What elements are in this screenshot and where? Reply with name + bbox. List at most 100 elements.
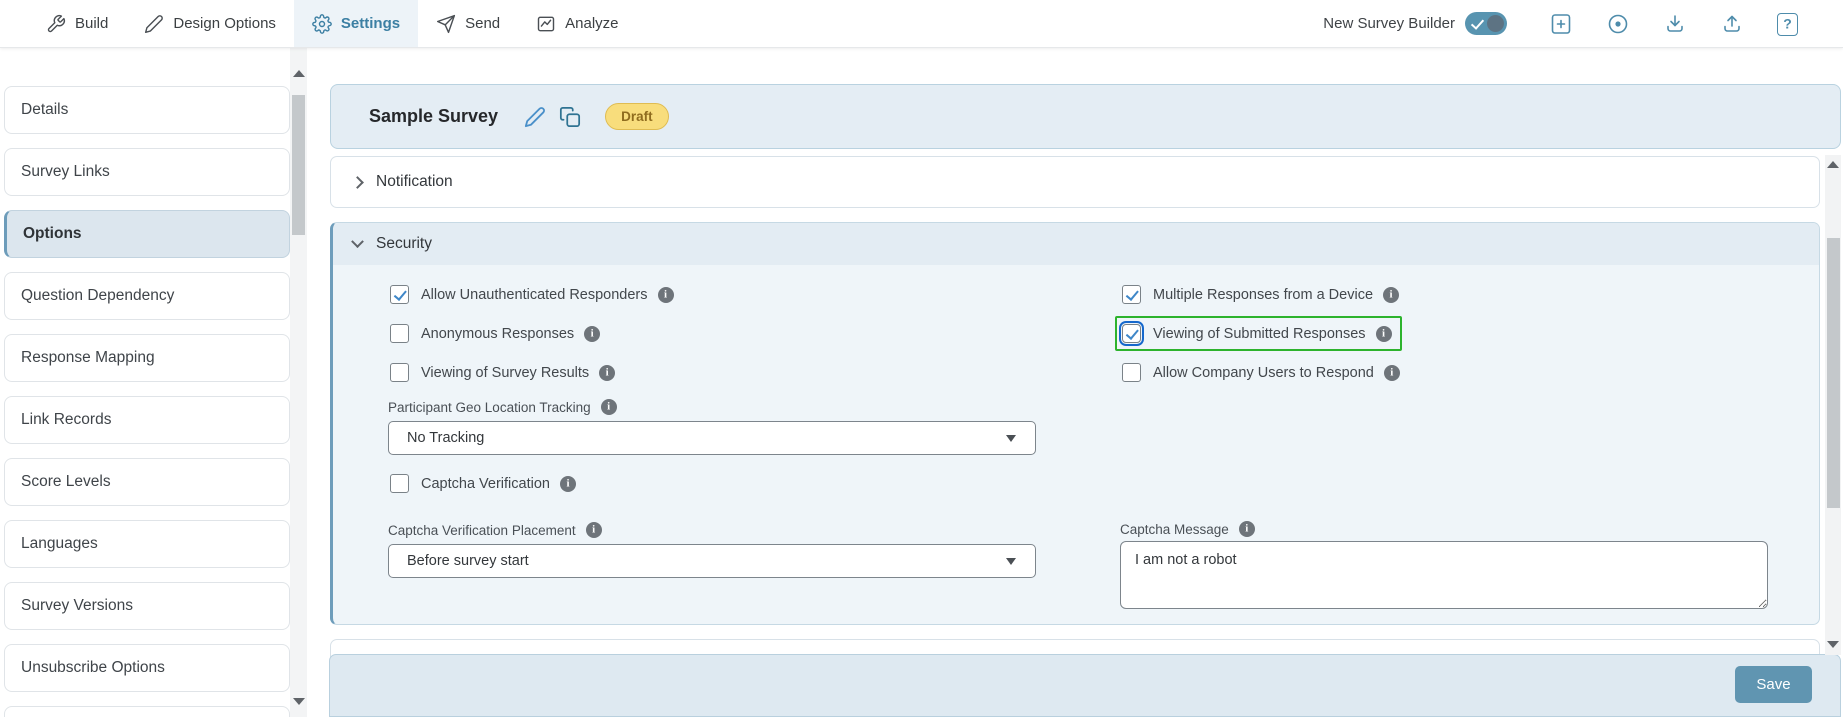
sidebar-item[interactable]: Languages	[4, 520, 290, 568]
sidebar-item-label: Survey Links	[21, 163, 110, 180]
checkbox-row-inner: Viewing of Submitted Responses	[1115, 316, 1402, 351]
tab-analyze[interactable]: Analyze	[518, 0, 636, 47]
section-security: Security Allow Unauthenticated Responder…	[330, 222, 1820, 625]
checkbox[interactable]	[1122, 285, 1141, 304]
save-button[interactable]: Save	[1735, 666, 1812, 703]
checkbox-label: Captcha Verification	[421, 475, 550, 492]
copy-icon[interactable]	[559, 106, 581, 128]
tab-label: Settings	[340, 15, 401, 32]
gear-icon	[312, 13, 332, 34]
top-nav-bar: Build Design Options Settings Send Analy…	[0, 0, 1843, 48]
sidebar-item[interactable]: Survey Versions	[4, 582, 290, 630]
sidebar-scroll-thumb[interactable]	[292, 95, 305, 235]
info-icon[interactable]	[600, 399, 617, 415]
info-icon[interactable]	[1375, 325, 1392, 342]
add-icon[interactable]	[1549, 12, 1573, 36]
help-icon[interactable]	[1777, 12, 1798, 36]
sidebar-item[interactable]: Link Records	[4, 396, 290, 444]
checkbox[interactable]	[390, 363, 409, 382]
checkbox[interactable]	[390, 285, 409, 304]
checkbox-row: Allow Unauthenticated Responders	[388, 275, 1036, 314]
main-scroll-thumb[interactable]	[1827, 238, 1840, 508]
tab-label: Send	[465, 15, 501, 32]
captcha-verification-checkbox[interactable]	[390, 474, 409, 493]
info-icon[interactable]	[657, 286, 674, 303]
section-title: Security	[376, 235, 432, 252]
info-icon[interactable]	[559, 475, 576, 492]
sidebar-item[interactable]: Options	[4, 210, 290, 258]
section-notification[interactable]: Notification	[330, 156, 1820, 208]
tab-send[interactable]: Send	[418, 0, 518, 47]
builder-toggle-switch[interactable]	[1465, 12, 1507, 35]
sidebar-item-label: Unsubscribe Options	[21, 659, 165, 676]
checkbox-row-inner: Captcha Verification	[383, 466, 586, 501]
security-section-header[interactable]: Security	[333, 223, 1819, 265]
tab-label: Analyze	[565, 15, 619, 32]
edit-pencil-icon[interactable]	[524, 106, 546, 128]
tab-settings[interactable]: Settings	[293, 0, 419, 47]
info-icon[interactable]	[599, 364, 616, 381]
security-left-column: Allow Unauthenticated Responders Anonymo…	[388, 265, 1036, 578]
checkbox-row-inner: Multiple Responses from a Device	[1115, 277, 1409, 312]
preview-icon[interactable]	[1606, 12, 1630, 36]
line-chart-icon	[537, 16, 555, 31]
sidebar-item[interactable]: Unsubscribe Options	[4, 644, 290, 692]
checkbox-label: Allow Company Users to Respond	[1153, 364, 1374, 381]
scroll-up-icon[interactable]	[1827, 161, 1839, 168]
builder-toggle-group: New Survey Builder	[1323, 12, 1507, 35]
sidebar-item[interactable]: Details	[4, 86, 290, 134]
toolbar-action-icons	[1549, 12, 1798, 36]
sidebar-item-label: Question Dependency	[21, 287, 175, 304]
footer-bar: Save	[329, 654, 1841, 717]
sidebar-item[interactable]: Survey Links	[4, 148, 290, 196]
upload-icon[interactable]	[1720, 12, 1744, 36]
top-nav-right: New Survey Builder	[1323, 12, 1843, 36]
chevron-down-icon	[351, 234, 364, 248]
sidebar-item[interactable]: Response Mapping	[4, 334, 290, 382]
status-badge: Draft	[605, 103, 669, 130]
main-scrollbar[interactable]	[1825, 155, 1841, 655]
tab-design-options[interactable]: Design Options	[126, 0, 294, 47]
sidebar-item[interactable]: Question Dependency	[4, 272, 290, 320]
checkbox-row-inner: Viewing of Survey Results	[383, 355, 625, 390]
sidebar-item[interactable]: Score Levels	[4, 458, 290, 506]
sidebar-item-label: Response Mapping	[21, 349, 155, 366]
toggle-knob	[1487, 15, 1504, 32]
scroll-up-icon[interactable]	[292, 70, 305, 77]
settings-sidebar: Details Survey Links Options Question De…	[0, 48, 290, 717]
captcha-placement-select[interactable]: Before survey start	[388, 544, 1036, 578]
sidebar-item-label: Link Records	[21, 411, 112, 428]
checkbox[interactable]	[1118, 320, 1145, 347]
sidebar-item[interactable]	[4, 706, 290, 717]
info-icon[interactable]	[1238, 521, 1255, 537]
section-title: Notification	[376, 173, 453, 190]
info-icon[interactable]	[1383, 286, 1400, 303]
info-icon[interactable]	[584, 325, 601, 342]
scroll-down-icon[interactable]	[1827, 641, 1839, 648]
info-icon[interactable]	[585, 522, 602, 538]
chevron-right-icon	[351, 175, 364, 189]
survey-header-card: Sample Survey Draft	[330, 84, 1841, 149]
captcha-placement-label-row: Captcha Verification Placement	[388, 522, 1036, 538]
sidebar-scrollbar[interactable]	[290, 48, 307, 717]
info-icon[interactable]	[1383, 364, 1400, 381]
captcha-message-textarea[interactable]: I am not a robot	[1120, 541, 1768, 609]
sidebar-item-label: Survey Versions	[21, 597, 133, 614]
sidebar-item-label: Languages	[21, 535, 98, 552]
checkbox-label: Allow Unauthenticated Responders	[421, 286, 648, 303]
captcha-message-label-row: Captcha Message	[1120, 521, 1768, 537]
checkbox-row-inner: Allow Company Users to Respond	[1115, 355, 1410, 390]
checkbox-label: Viewing of Submitted Responses	[1153, 325, 1366, 342]
scroll-down-icon[interactable]	[292, 698, 305, 705]
field-label: Participant Geo Location Tracking	[388, 399, 591, 415]
tab-build[interactable]: Build	[28, 0, 126, 47]
sidebar-item-label: Details	[21, 101, 69, 118]
checkbox-label: Viewing of Survey Results	[421, 364, 590, 381]
geo-tracking-select[interactable]: No Tracking	[388, 421, 1036, 455]
builder-toggle-label: New Survey Builder	[1323, 15, 1455, 32]
geo-tracking-label-row: Participant Geo Location Tracking	[388, 399, 1036, 415]
download-icon[interactable]	[1663, 12, 1687, 36]
checkbox[interactable]	[1122, 363, 1141, 382]
checkbox[interactable]	[390, 324, 409, 343]
sidebar-item-label: Options	[23, 225, 82, 242]
